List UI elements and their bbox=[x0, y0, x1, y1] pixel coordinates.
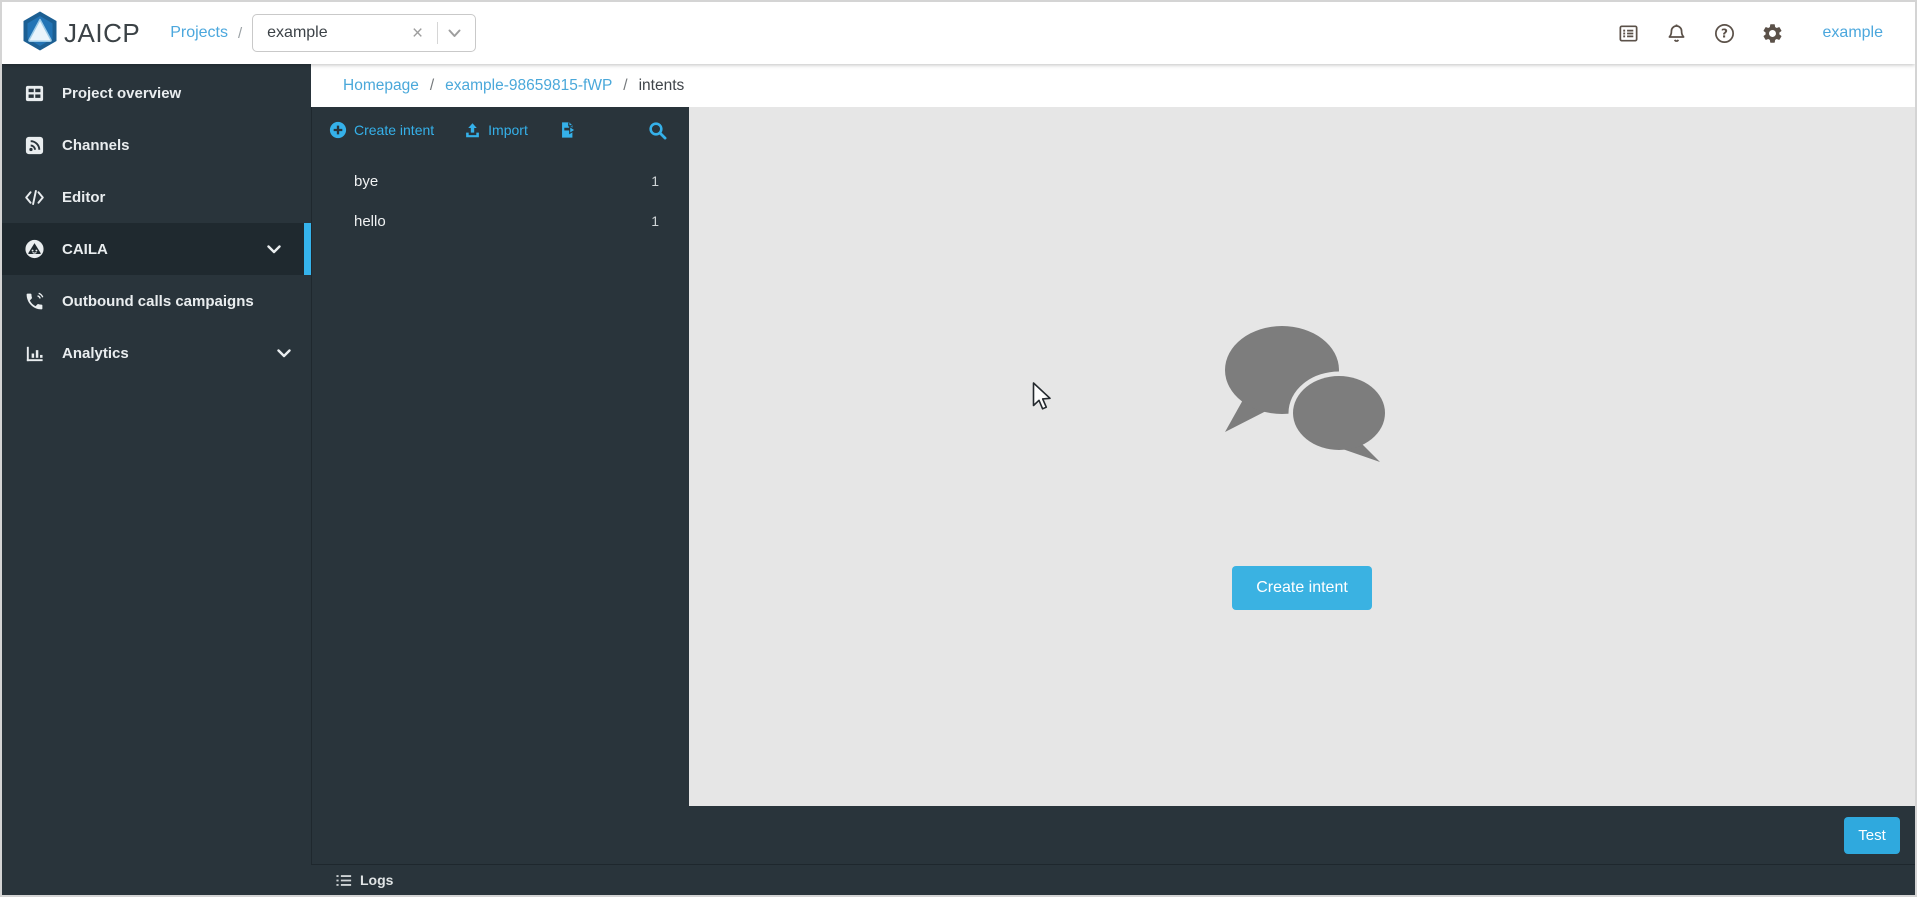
sidebar-item-label: Channels bbox=[62, 137, 130, 154]
export-icon bbox=[558, 121, 576, 139]
export-button[interactable] bbox=[558, 121, 576, 139]
chat-bubbles-icon bbox=[1210, 320, 1394, 469]
clear-icon[interactable]: × bbox=[404, 24, 431, 43]
help-button[interactable]: ? bbox=[1713, 21, 1737, 45]
create-intent-toolbar-button[interactable]: Create intent bbox=[329, 121, 434, 139]
plus-circle-icon bbox=[329, 121, 347, 139]
bell-icon bbox=[1665, 22, 1688, 45]
intents-panel: Create intent Import bbox=[311, 107, 689, 864]
top-header: JAICP Projects / example × bbox=[2, 2, 1915, 64]
logs-bar: Logs bbox=[311, 864, 1915, 895]
analytics-icon bbox=[24, 343, 45, 364]
project-selector-value: example bbox=[267, 24, 404, 42]
import-button[interactable]: Import bbox=[464, 122, 528, 139]
intents-toolbar: Create intent Import bbox=[312, 107, 689, 153]
sidebar-item-outbound-calls[interactable]: Outbound calls campaigns bbox=[2, 275, 311, 327]
intent-list: bye 1 hello 1 bbox=[312, 153, 689, 241]
phone-icon bbox=[24, 291, 45, 312]
breadcrumb-separator: / bbox=[623, 77, 627, 95]
empty-state-canvas: Create intent bbox=[689, 107, 1915, 806]
sidebar-item-label: Analytics bbox=[62, 345, 129, 362]
chevron-down-icon bbox=[267, 245, 281, 254]
sidebar-item-project-overview[interactable]: Project overview bbox=[2, 67, 311, 119]
account-link[interactable]: example bbox=[1823, 24, 1883, 42]
sidebar-item-label: CAILA bbox=[62, 241, 108, 258]
code-icon bbox=[24, 187, 45, 208]
chevron-down-icon bbox=[277, 349, 291, 358]
header-actions: ? example bbox=[1593, 21, 1895, 45]
sidebar-item-caila[interactable]: CAILA bbox=[2, 223, 311, 275]
sidebar-item-label: Outbound calls campaigns bbox=[62, 293, 254, 310]
import-icon bbox=[464, 122, 481, 139]
svg-text:?: ? bbox=[1721, 26, 1728, 40]
logs-label: Logs bbox=[360, 872, 393, 888]
intent-row-hello[interactable]: hello 1 bbox=[312, 201, 689, 241]
settings-button[interactable] bbox=[1761, 21, 1785, 45]
channels-icon bbox=[24, 135, 45, 156]
jaicp-logo-icon bbox=[20, 10, 60, 57]
breadcrumb-project-link[interactable]: example-98659815-fWP bbox=[445, 77, 612, 95]
caila-icon bbox=[24, 239, 45, 260]
news-icon bbox=[1617, 22, 1640, 45]
intent-count: 1 bbox=[651, 173, 659, 189]
jaicp-app: JAICP Projects / example × bbox=[0, 0, 1917, 897]
intent-name: bye bbox=[354, 173, 651, 190]
gear-icon bbox=[1761, 22, 1784, 45]
help-icon: ? bbox=[1713, 22, 1736, 45]
grid-icon bbox=[24, 83, 45, 104]
notifications-button[interactable] bbox=[1665, 21, 1689, 45]
logs-list-icon bbox=[336, 874, 352, 887]
test-bar: Test bbox=[689, 806, 1915, 864]
search-button[interactable] bbox=[648, 121, 667, 140]
projects-link[interactable]: Projects bbox=[170, 24, 228, 42]
breadcrumb-homepage-link[interactable]: Homepage bbox=[343, 77, 419, 95]
selector-divider bbox=[437, 22, 438, 44]
import-label: Import bbox=[488, 122, 528, 138]
intent-row-bye[interactable]: bye 1 bbox=[312, 161, 689, 201]
intent-count: 1 bbox=[651, 213, 659, 229]
chevron-down-icon[interactable] bbox=[444, 29, 465, 38]
header-separator: / bbox=[238, 25, 242, 42]
logs-toggle-button[interactable]: Logs bbox=[336, 872, 393, 888]
jaicp-logo[interactable]: JAICP bbox=[20, 10, 140, 57]
intent-name: hello bbox=[354, 213, 651, 230]
breadcrumb: Homepage / example-98659815-fWP / intent… bbox=[311, 64, 1915, 107]
create-intent-toolbar-label: Create intent bbox=[354, 122, 434, 138]
test-button[interactable]: Test bbox=[1844, 817, 1900, 854]
search-icon bbox=[648, 121, 667, 140]
project-selector[interactable]: example × bbox=[252, 14, 476, 52]
create-intent-button[interactable]: Create intent bbox=[1232, 566, 1372, 610]
mouse-cursor bbox=[1029, 381, 1052, 417]
logo-text: JAICP bbox=[64, 18, 140, 49]
breadcrumb-current-page: intents bbox=[639, 77, 685, 95]
sidebar-item-label: Editor bbox=[62, 189, 105, 206]
sidebar-nav: Project overview Channels Editor CAILA bbox=[2, 64, 311, 895]
sidebar-item-editor[interactable]: Editor bbox=[2, 171, 311, 223]
sidebar-item-analytics[interactable]: Analytics bbox=[2, 327, 311, 379]
sidebar-item-channels[interactable]: Channels bbox=[2, 119, 311, 171]
news-button[interactable] bbox=[1617, 21, 1641, 45]
breadcrumb-separator: / bbox=[430, 77, 434, 95]
sidebar-item-label: Project overview bbox=[62, 85, 181, 102]
